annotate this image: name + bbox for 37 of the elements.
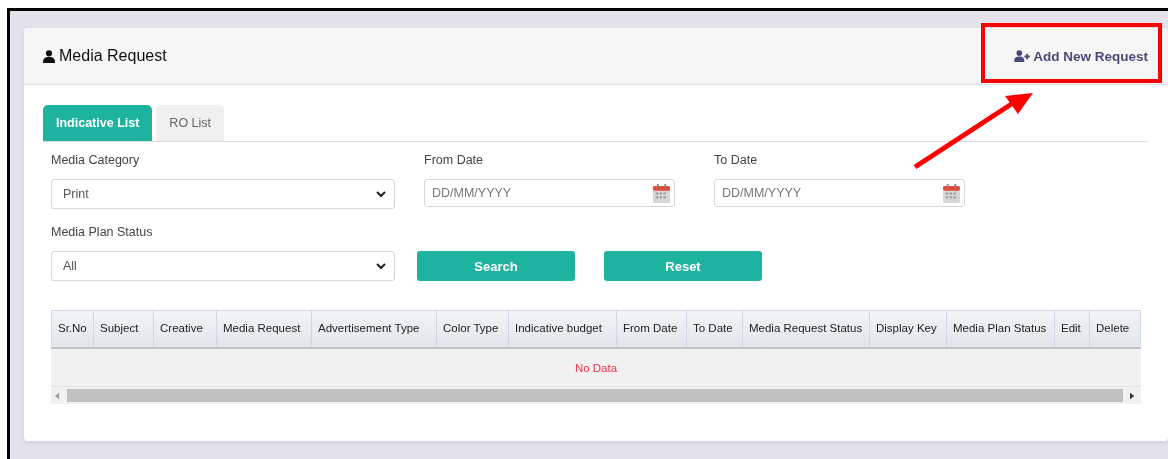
date-field[interactable]: DD/MM/YYYY <box>424 179 675 207</box>
search-button[interactable]: Search <box>417 251 575 281</box>
chevron-down-icon <box>376 190 386 198</box>
field-label: Media Category <box>51 153 141 167</box>
scroll-left-icon[interactable] <box>55 391 60 400</box>
tab[interactable]: Indicative List <box>43 105 153 141</box>
calendar-icon <box>942 182 961 204</box>
column-header: Advertisement Type <box>312 311 437 347</box>
column-header: Creative <box>154 311 217 347</box>
column-header: Media Plan Status <box>947 311 1055 347</box>
date-field[interactable]: DD/MM/YYYY <box>714 179 965 207</box>
field-label: Media Plan Status <box>51 225 154 239</box>
column-header: Edit <box>1055 311 1090 347</box>
reset-button[interactable]: Reset <box>604 251 762 281</box>
user-icon <box>43 49 55 63</box>
page-title: Media Request <box>59 47 167 65</box>
field-label: To Date <box>714 153 759 167</box>
column-header: Delete <box>1095 321 1131 337</box>
calendar-icon <box>652 182 671 204</box>
column-header: Sr.No <box>52 311 94 347</box>
chevron-down-icon <box>376 262 386 270</box>
dropdown-field[interactable]: All <box>51 251 395 281</box>
user-plus-icon <box>1014 50 1032 62</box>
tab[interactable]: RO List <box>156 105 225 141</box>
column-header: Indicative budget <box>509 311 617 347</box>
add-new-request-link[interactable]: Add New Request <box>1014 48 1148 64</box>
field-label: From Date <box>424 153 485 167</box>
column-header: Subject <box>94 311 154 347</box>
column-header: To Date <box>687 311 743 347</box>
column-header: Media Request <box>217 311 312 347</box>
column-header: From Date <box>617 311 687 347</box>
column-header: Display Key <box>870 311 947 347</box>
dropdown-field[interactable]: Print <box>51 179 395 209</box>
empty-message: No Data <box>574 361 618 374</box>
column-header: Color Type <box>437 311 509 347</box>
column-header: Media Request Status <box>743 311 870 347</box>
scroll-right-icon[interactable] <box>1130 391 1135 400</box>
